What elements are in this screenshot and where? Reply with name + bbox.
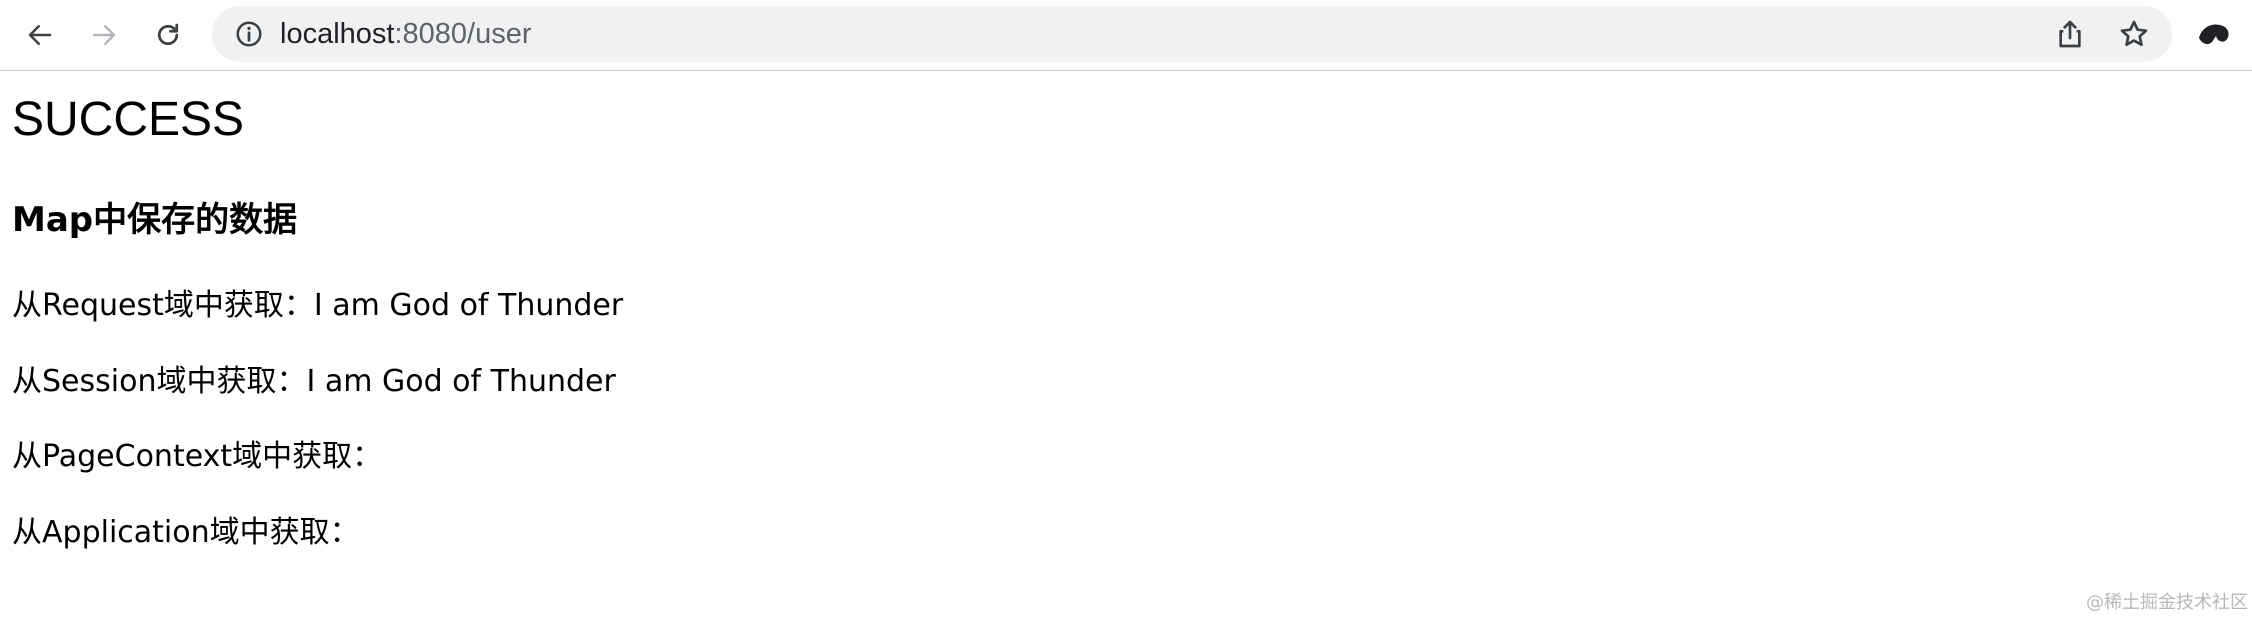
arrow-left-icon bbox=[28, 25, 52, 45]
url-path: :8080/user bbox=[394, 18, 532, 50]
profile-icon[interactable] bbox=[2196, 18, 2232, 52]
info-icon[interactable] bbox=[234, 19, 264, 49]
url-text[interactable]: localhost:8080/user bbox=[280, 6, 532, 62]
request-scope-line: 从Request域中获取：I am God of Thunder bbox=[12, 288, 624, 323]
session-scope-line: 从Session域中获取：I am God of Thunder bbox=[12, 364, 616, 399]
page-title: SUCCESS bbox=[12, 93, 245, 146]
url-host: localhost bbox=[280, 18, 395, 50]
share-icon[interactable] bbox=[2054, 18, 2086, 50]
watermark: @稀土掘金技术社区 bbox=[2086, 592, 2248, 613]
reload-button[interactable] bbox=[146, 13, 190, 57]
browser-toolbar: localhost:8080/user bbox=[0, 0, 2252, 71]
pagecontext-scope-line: 从PageContext域中获取： bbox=[12, 439, 383, 474]
star-icon[interactable] bbox=[2118, 18, 2150, 50]
arrow-right-icon bbox=[92, 25, 116, 45]
address-bar[interactable]: localhost:8080/user bbox=[212, 6, 2172, 62]
section-heading: Map中保存的数据 bbox=[12, 200, 298, 240]
back-button[interactable] bbox=[18, 13, 62, 57]
application-scope-line: 从Application域中获取： bbox=[12, 515, 360, 550]
forward-button[interactable] bbox=[82, 13, 126, 57]
reload-icon bbox=[157, 23, 179, 46]
